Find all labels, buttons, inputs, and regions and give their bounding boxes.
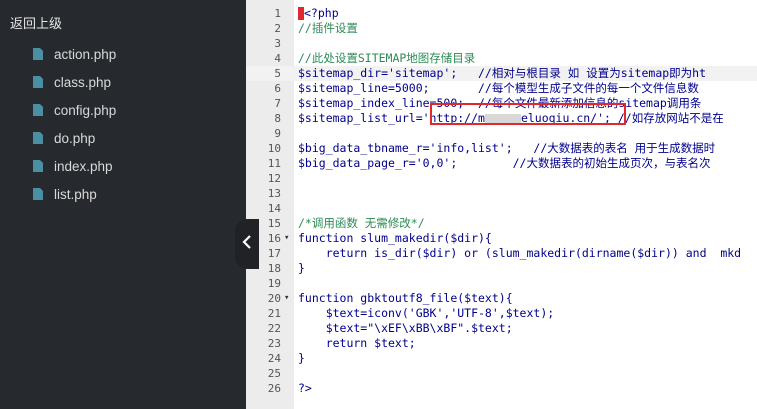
code-text: $sitemap_index_line=500; //每个文件最新添加信息的si… (298, 96, 702, 110)
back-to-parent-link[interactable]: 返回上级 (0, 9, 246, 39)
file-item-label: action.php (54, 46, 117, 62)
code-text: $sitemap_line=5000; //每个模型生成子文件的每一个文件信息数 (298, 81, 699, 95)
code-text: return is_dir($dir) or (slum_makedir(dir… (298, 246, 742, 260)
file-item-index[interactable]: index.php (0, 152, 246, 180)
code-line: 18} (267, 261, 305, 275)
code-line: 2//插件设置 (274, 21, 358, 35)
code-line: 15/*调用函数 无需修改*/ (267, 216, 425, 230)
file-icon (30, 102, 46, 118)
code-line: 7 $sitemap_index_line=500; //每个文件最新添加信息的s… (274, 96, 702, 110)
code-line: 12 (267, 172, 281, 185)
code-line: 14 (267, 202, 281, 215)
file-icon (30, 46, 46, 62)
file-item-do[interactable]: do.php (0, 124, 246, 152)
file-item-label: list.php (54, 186, 97, 202)
code-lines: 1 <?php 2//插件设置 3 4//此处设置SITEMAP地图存储目录 5 $… (246, 6, 757, 396)
code-text: //此处设置SITEMAP地图存储目录 (298, 51, 476, 65)
code-line: 20 ▾ function gbktoutf8_file($text){ (267, 291, 513, 306)
code-line: 10 $big_data_tbname_r='info,list'; //大数据表… (267, 141, 716, 155)
code-line: 24} (267, 351, 305, 365)
code-text: /*调用函数 无需修改*/ (298, 216, 425, 230)
code-line: 23 return $text; (267, 336, 416, 350)
code-text: return $text; (298, 336, 416, 350)
code-line: 9 (274, 127, 281, 140)
code-text: <?php (298, 6, 339, 21)
code-text: function gbktoutf8_file($text){ (298, 291, 513, 305)
code-text: function slum_makedir($dir){ (298, 231, 492, 245)
code-line: 8 $sitemap_list_url='http://m eluoqiu.cn/'… (274, 111, 724, 125)
file-icon (30, 186, 46, 202)
code-text: $text=iconv('GBK','UTF-8',$text); (298, 306, 555, 320)
code-line: 13 (267, 187, 281, 200)
file-item-class[interactable]: class.php (0, 68, 246, 96)
code-line: 21 $text=iconv('GBK','UTF-8',$text); (267, 306, 555, 320)
code-line-active: 5 $sitemap_dir='sitemap'; //相对与根目录 如 设置为s… (246, 66, 757, 81)
file-item-list[interactable]: list.php (0, 180, 246, 208)
code-text: } (298, 261, 305, 275)
code-line: 25 (267, 367, 281, 380)
fold-arrow-icon[interactable]: ▾ (284, 291, 294, 306)
redacted-text (484, 113, 521, 124)
sidebar-collapse-button[interactable] (235, 219, 259, 269)
code-editor[interactable]: 1 <?php 2//插件设置 3 4//此处设置SITEMAP地图存储目录 5 $… (246, 0, 757, 409)
file-item-label: index.php (54, 158, 113, 174)
code-line: 3 (274, 37, 281, 50)
code-text: $big_data_tbname_r='info,list'; //大数据表的表… (298, 141, 716, 155)
code-text: $text="\xEF\xBB\xBF".$text; (298, 321, 513, 335)
chevron-left-icon (242, 234, 252, 254)
code-line: 17 return is_dir($dir) or (slum_makedir(… (267, 246, 742, 260)
fold-arrow-icon[interactable]: ▾ (284, 231, 294, 246)
code-line: 26 ?> (267, 381, 312, 395)
code-text: //插件设置 (298, 21, 358, 35)
code-line: 16 ▾ function slum_makedir($dir){ (267, 231, 492, 246)
code-text: ?> (298, 381, 312, 395)
file-item-config[interactable]: config.php (0, 96, 246, 124)
file-icon (30, 74, 46, 90)
file-item-label: config.php (54, 102, 117, 118)
file-icon (30, 158, 46, 174)
file-item-label: class.php (54, 74, 112, 90)
code-line: 4//此处设置SITEMAP地图存储目录 (274, 51, 476, 65)
file-sidebar: 返回上级 action.php class.php config.php do.… (0, 0, 246, 409)
code-text: $big_data_page_r='0,0'; //大数据表的初始生成页次，与表… (298, 156, 711, 170)
code-line: 1 <?php (274, 6, 339, 21)
code-text: $sitemap_dir='sitemap'; //相对与根目录 如 设置为si… (298, 66, 707, 80)
code-text: } (298, 351, 305, 365)
code-line: 6 $sitemap_line=5000; //每个模型生成子文件的每一个文件信息… (274, 81, 699, 95)
code-line: 11 $big_data_page_r='0,0'; //大数据表的初始生成页次，… (267, 156, 711, 170)
code-line: 19 (267, 277, 281, 290)
file-item-action[interactable]: action.php (0, 40, 246, 68)
code-line: 22 $text="\xEF\xBB\xBF".$text; (267, 321, 513, 335)
file-list: action.php class.php config.php do.php i… (0, 40, 246, 208)
file-item-label: do.php (54, 130, 96, 146)
code-text: $sitemap_list_url='http://m eluoqiu.cn/';… (298, 111, 724, 125)
file-icon (30, 130, 46, 146)
